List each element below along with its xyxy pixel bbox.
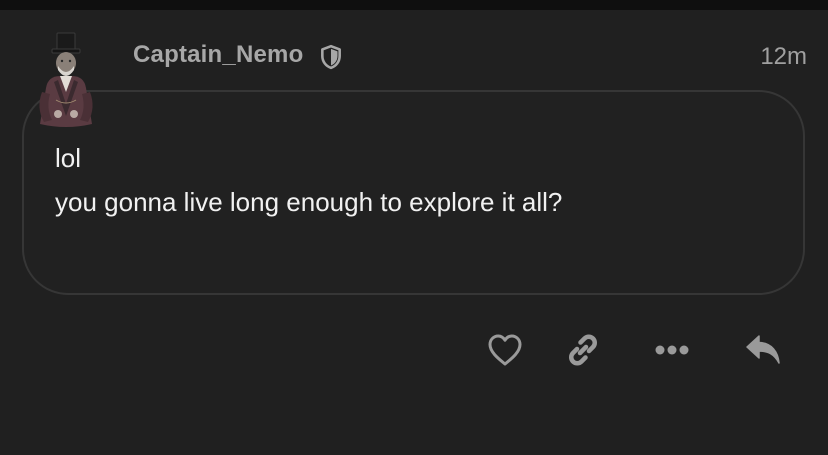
- ellipsis-icon: [655, 345, 689, 355]
- username[interactable]: Captain_Nemo: [133, 41, 303, 69]
- reply-arrow-icon: [746, 335, 780, 364]
- post: Captain_Nemo 12m lol you gonna live long…: [0, 0, 828, 455]
- link-icon: [569, 334, 597, 366]
- timestamp[interactable]: 12m: [760, 43, 807, 71]
- like-button[interactable]: [485, 330, 525, 370]
- avatar[interactable]: [28, 30, 104, 134]
- heart-icon: [488, 334, 522, 366]
- reply-button[interactable]: [743, 330, 783, 370]
- message-line: you gonna live long enough to explore it…: [55, 187, 563, 217]
- message-line: lol: [55, 143, 82, 173]
- copy-link-button[interactable]: [563, 330, 603, 370]
- more-options-button[interactable]: [652, 330, 692, 370]
- shield-icon: [321, 44, 341, 70]
